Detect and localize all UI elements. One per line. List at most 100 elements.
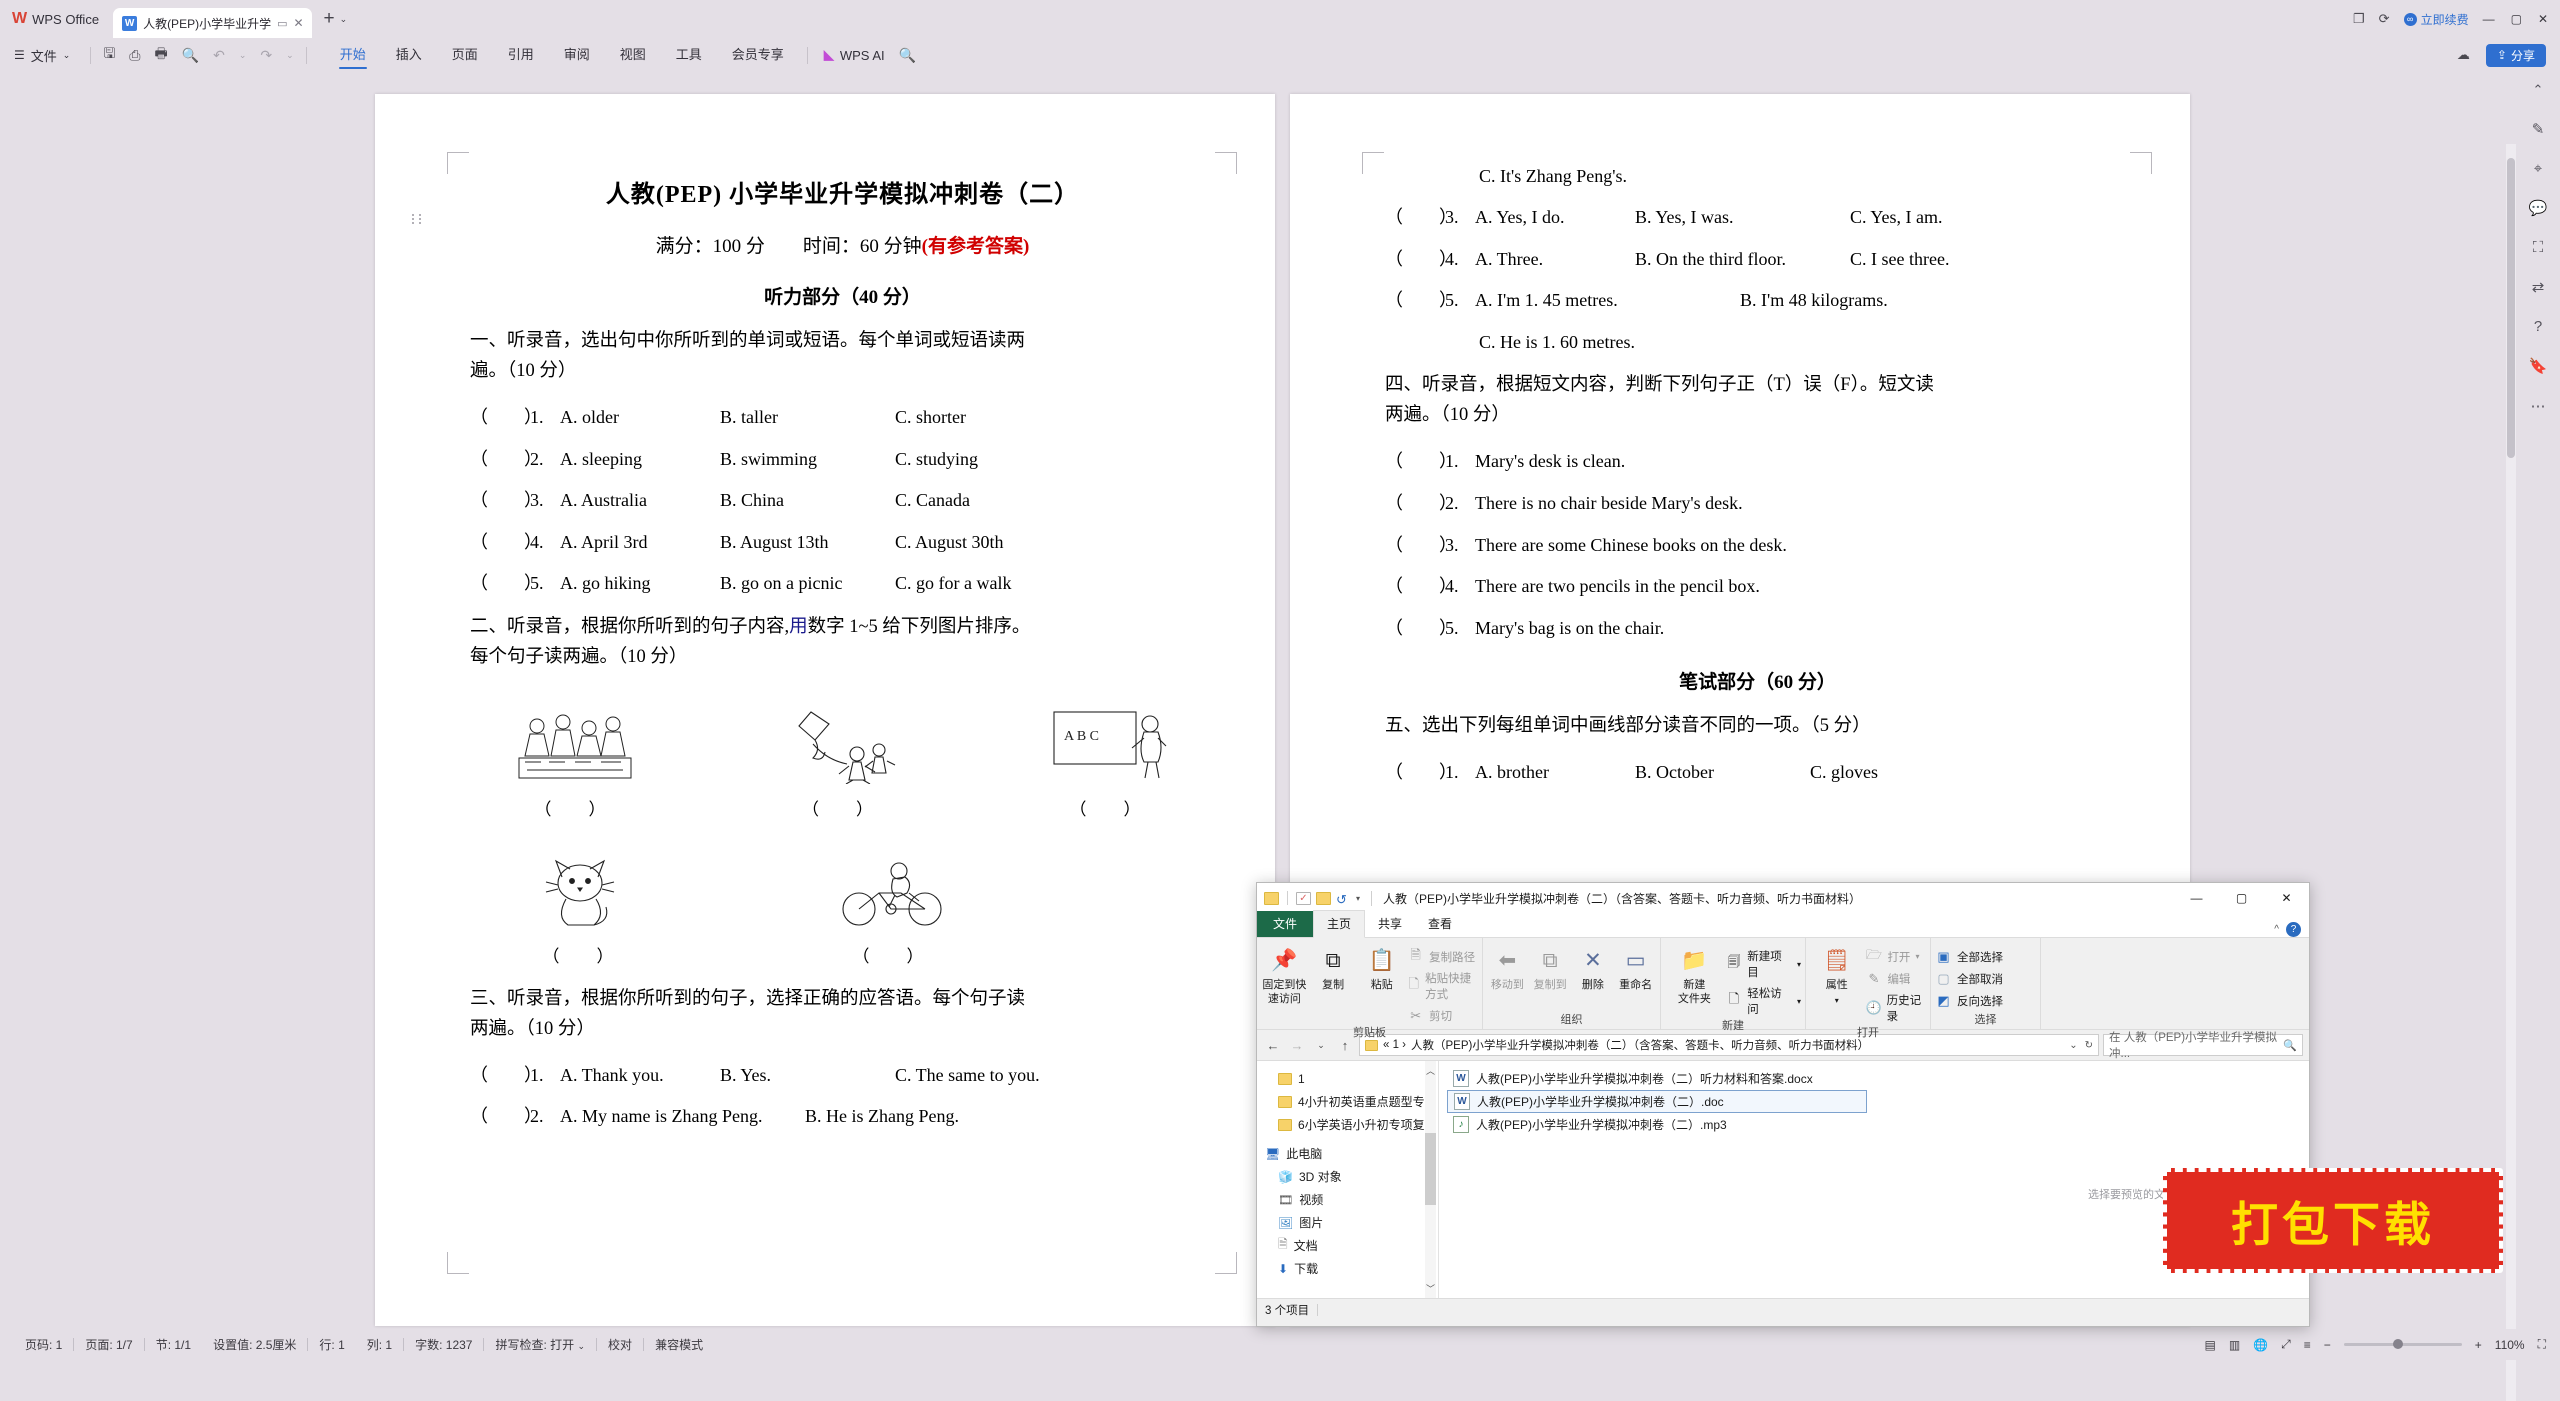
- print-icon[interactable]: 🖶: [154, 43, 167, 67]
- select-all-button[interactable]: ▣ 全部选择: [1935, 948, 2003, 965]
- properties-button[interactable]: 🗒 属性 ▾: [1810, 943, 1863, 1006]
- properties-icon[interactable]: ✓: [1296, 891, 1311, 905]
- chevron-down-icon[interactable]: ▾: [1915, 952, 1919, 961]
- delete-button[interactable]: ✕ 删除: [1573, 943, 1614, 993]
- file-menu-button[interactable]: ☰ 文件 ⌄: [0, 46, 82, 65]
- copy-to-button[interactable]: ⧉ 复制到: [1530, 943, 1571, 993]
- help-circle-icon[interactable]: ?: [2534, 318, 2542, 335]
- nav-item-this-pc[interactable]: 🖥 此电脑: [1265, 1142, 1438, 1165]
- scroll-down-icon[interactable]: ﹀: [1425, 1282, 1436, 1295]
- close-icon[interactable]: ✕: [2264, 883, 2309, 913]
- sync-icon[interactable]: ⟳: [2379, 11, 2390, 27]
- zoom-slider[interactable]: [2343, 1339, 2462, 1349]
- translate-icon[interactable]: ⇄: [2532, 278, 2545, 296]
- download-stamp-badge[interactable]: 打包下载: [2163, 1168, 2503, 1273]
- ribbon-tab-tools[interactable]: 工具: [661, 38, 717, 72]
- nav-item-folder-6[interactable]: 6小学英语小升初专项复: [1265, 1113, 1438, 1136]
- ribbon-tab-member[interactable]: 会员专享: [717, 38, 799, 72]
- move-to-button[interactable]: ⬅ 移动到: [1487, 943, 1528, 993]
- chevron-down-icon[interactable]: ⌄: [578, 1341, 586, 1351]
- nav-item-folder-4[interactable]: 4小升初英语重点题型专: [1265, 1090, 1438, 1113]
- comment-icon[interactable]: 💬: [2529, 199, 2548, 217]
- outline-icon[interactable]: ≡: [2304, 1338, 2311, 1352]
- undo-icon[interactable]: ↶: [213, 47, 225, 64]
- fullscreen-icon[interactable]: ⤢: [2281, 1337, 2291, 1352]
- undo-icon[interactable]: ↺: [1336, 892, 1351, 907]
- ribbon-tab-home[interactable]: 开始: [325, 38, 381, 72]
- print-preview-icon[interactable]: 🔍: [182, 47, 199, 64]
- status-word-count[interactable]: 字数: 1237: [404, 1336, 483, 1353]
- maximize-icon[interactable]: ▢: [2511, 12, 2522, 26]
- new-folder-icon[interactable]: [1316, 891, 1331, 905]
- pin-to-quick-access-button[interactable]: 📌 固定到快 速访问: [1261, 943, 1308, 1007]
- vertical-scrollbar-thumb[interactable]: [2507, 158, 2515, 458]
- nav-item-folder-1[interactable]: 1: [1265, 1067, 1438, 1090]
- ribbon-tab-view[interactable]: 视图: [605, 38, 661, 72]
- collapse-ribbon-icon[interactable]: ^: [2274, 924, 2279, 935]
- redo-icon[interactable]: ↷: [260, 47, 272, 64]
- pen-icon[interactable]: ✎: [2532, 120, 2545, 138]
- help-icon[interactable]: ☁: [2457, 47, 2470, 63]
- collapse-rail-icon[interactable]: ⌃: [2533, 82, 2544, 98]
- close-icon[interactable]: ✕: [293, 16, 303, 30]
- chevron-down-icon[interactable]: ▾: [1797, 960, 1801, 969]
- print-layout-icon[interactable]: ▤: [2204, 1338, 2215, 1352]
- ribbon-tab-page[interactable]: 页面: [437, 38, 493, 72]
- new-folder-button[interactable]: 📁 新建 文件夹: [1665, 943, 1724, 1007]
- present-icon[interactable]: ▭: [277, 17, 287, 30]
- nav-item-videos[interactable]: 🎞 视频: [1265, 1188, 1438, 1211]
- layout-icon[interactable]: ❐: [2353, 11, 2365, 27]
- file-explorer-window[interactable]: ✓ ↺ ▾ 人教（PEP)小学毕业升学模拟冲刺卷（二）（含答案、答题卡、听力音频…: [1256, 882, 2310, 1327]
- explorer-tab-file[interactable]: 文件: [1257, 911, 1314, 937]
- breadcrumb-path[interactable]: 人教（PEP)小学毕业升学模拟冲刺卷（二）（含答案、答题卡、听力音频、听力书面材…: [1411, 1037, 1869, 1053]
- share-button[interactable]: ⇪ 分享: [2485, 43, 2546, 67]
- cloud-save-icon[interactable]: ⎙: [129, 47, 140, 64]
- easy-access-button[interactable]: 🗋 轻松访问 ▾: [1726, 985, 1801, 1017]
- nav-item-documents[interactable]: 🗎 文档: [1265, 1234, 1438, 1257]
- reading-layout-icon[interactable]: ▥: [2229, 1338, 2240, 1352]
- paste-shortcut-button[interactable]: 🗋 粘贴快捷方式: [1407, 970, 1478, 1002]
- nav-scrollbar-thumb[interactable]: [1425, 1133, 1436, 1205]
- nav-item-downloads[interactable]: ⬇ 下载: [1265, 1257, 1438, 1280]
- file-list-item[interactable]: ♪ 人教(PEP)小学毕业升学模拟冲刺卷（二）.mp3: [1447, 1113, 1867, 1136]
- history-button[interactable]: 🕘 历史记录: [1865, 992, 1926, 1024]
- undo-chevron-icon[interactable]: ⌄: [239, 50, 247, 61]
- scroll-up-icon[interactable]: ︿: [1425, 1064, 1436, 1077]
- search-input[interactable]: 在 人教（PEP)小学毕业升学模拟冲... 🔍: [2103, 1032, 2303, 1060]
- new-item-button[interactable]: 🗐 新建项目 ▾: [1726, 948, 1801, 980]
- rename-button[interactable]: ▭ 重命名: [1615, 943, 1656, 993]
- folder-icon[interactable]: [1264, 891, 1279, 905]
- copy-path-button[interactable]: 🗎 复制路径: [1407, 947, 1478, 965]
- explorer-tab-view[interactable]: 查看: [1415, 911, 1465, 937]
- maximize-icon[interactable]: ▢: [2219, 883, 2264, 913]
- cursor-icon[interactable]: ⌖: [2534, 160, 2542, 177]
- minimize-icon[interactable]: —: [2483, 12, 2495, 26]
- add-tab-icon[interactable]: +: [324, 8, 335, 30]
- nav-item-pictures[interactable]: 🖼 图片: [1265, 1211, 1438, 1234]
- document-tab[interactable]: W 人教(PEP)小学毕业升学模拟冲 ▭ ✕: [113, 8, 312, 38]
- navigation-pane[interactable]: 1 4小升初英语重点题型专 6小学英语小升初专项复 🖥 此电脑 🧊 3D 对象 …: [1257, 1061, 1439, 1298]
- zoom-out-button[interactable]: −: [2324, 1338, 2331, 1352]
- zoom-slider-handle[interactable]: [2392, 1339, 2403, 1349]
- ribbon-tab-insert[interactable]: 插入: [381, 38, 437, 72]
- invert-selection-button[interactable]: ◩ 反向选择: [1935, 992, 2003, 1009]
- paste-button[interactable]: 📋 粘贴: [1358, 943, 1405, 993]
- qat-more-icon[interactable]: ⌄: [286, 50, 294, 61]
- chevron-down-icon[interactable]: ▾: [1835, 996, 1839, 1006]
- close-window-icon[interactable]: ✕: [2538, 12, 2548, 26]
- more-options-icon[interactable]: ⋯: [2531, 397, 2546, 415]
- open-button[interactable]: 🗁 打开 ▾: [1865, 947, 1926, 965]
- status-proofread[interactable]: 校对: [597, 1336, 643, 1353]
- search-icon[interactable]: 🔍: [899, 47, 916, 64]
- explorer-tab-share[interactable]: 共享: [1365, 911, 1415, 937]
- status-spellcheck[interactable]: 拼写检查: 打开 ⌄: [484, 1336, 596, 1353]
- chevron-down-icon[interactable]: ⌄: [340, 14, 348, 25]
- copy-button[interactable]: ⧉ 复制: [1310, 943, 1357, 993]
- wps-ai-button[interactable]: ◣ WPS AI: [824, 47, 885, 63]
- nav-item-3d-objects[interactable]: 🧊 3D 对象: [1265, 1165, 1438, 1188]
- explorer-tab-home[interactable]: 主页: [1313, 910, 1366, 938]
- renew-vip-button[interactable]: ∞ 立即续费: [2403, 11, 2469, 28]
- web-layout-icon[interactable]: 🌐: [2253, 1338, 2268, 1352]
- refresh-icon[interactable]: ↻: [2085, 1040, 2093, 1051]
- chevron-down-icon[interactable]: ▾: [1797, 997, 1801, 1006]
